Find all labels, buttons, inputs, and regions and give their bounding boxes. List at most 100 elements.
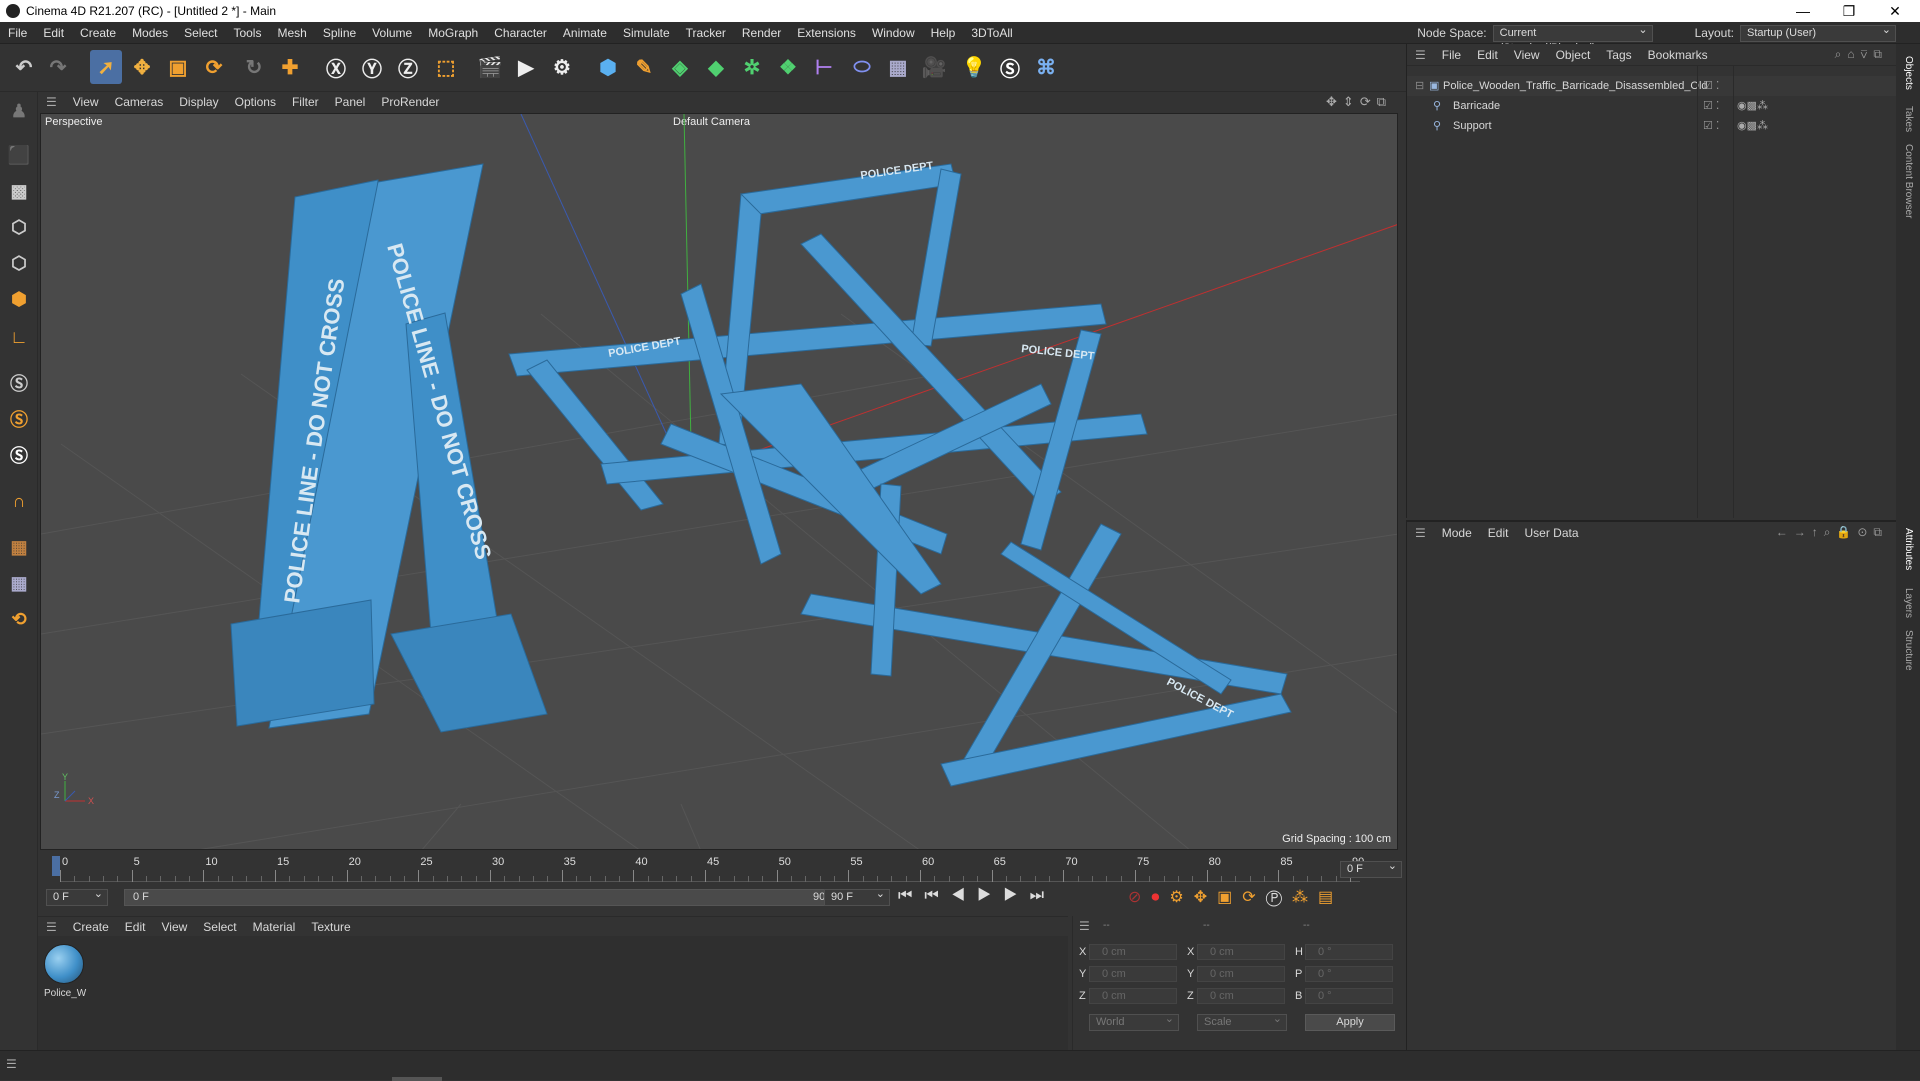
maximize-button[interactable]: ❐ bbox=[1826, 0, 1872, 22]
object-row-support[interactable]: ⚲ Support ☑ ⁚ ◉▩⁂ bbox=[1407, 116, 1897, 136]
object-row-barricade[interactable]: ⚲ Barricade ☑ ⁚ ◉▩⁂ bbox=[1407, 96, 1897, 116]
viewport-menu-view[interactable]: View bbox=[65, 92, 107, 112]
goto-end-icon[interactable]: ⏭ bbox=[1030, 887, 1056, 904]
tab-objects[interactable]: Objects bbox=[1903, 56, 1914, 90]
tab-attributes[interactable]: Attributes bbox=[1903, 528, 1914, 570]
menu-tracker[interactable]: Tracker bbox=[678, 22, 734, 44]
scale-mode-dropdown[interactable]: Scale bbox=[1197, 1012, 1287, 1031]
objects-search-filter-icons[interactable]: ⌕⌂⊽⧉ bbox=[1835, 47, 1888, 62]
make-editable-icon[interactable]: ♟ bbox=[4, 96, 34, 126]
python-icon[interactable]: ⌘ bbox=[1030, 50, 1062, 84]
scale-tool-icon[interactable]: ▣ bbox=[162, 50, 194, 84]
key-pla-icon[interactable]: ⁂ bbox=[1292, 889, 1318, 906]
render-view-icon[interactable]: 🎬 bbox=[474, 50, 506, 84]
menu-character[interactable]: Character bbox=[486, 22, 555, 44]
deformer-icon[interactable]: ⊢ bbox=[808, 50, 840, 84]
viewport-menu-icon[interactable]: ☰ bbox=[38, 92, 65, 112]
material-item[interactable]: Police_W bbox=[44, 944, 88, 1006]
menu-spline[interactable]: Spline bbox=[315, 22, 364, 44]
material-menu-edit[interactable]: Edit bbox=[117, 920, 154, 934]
menu-extensions[interactable]: Extensions bbox=[789, 22, 864, 44]
menu-3dtoall[interactable]: 3DToAll bbox=[963, 22, 1020, 44]
axis-mode-icon[interactable]: ∟ bbox=[4, 322, 34, 352]
magnet-icon[interactable]: ∩ bbox=[4, 486, 34, 516]
play-icon[interactable]: ▶ bbox=[977, 887, 1003, 904]
material-menu-view[interactable]: View bbox=[153, 920, 195, 934]
y-axis-lock-icon[interactable]: Ⓨ bbox=[356, 50, 388, 84]
z-axis-lock-icon[interactable]: Ⓩ bbox=[392, 50, 424, 84]
menu-simulate[interactable]: Simulate bbox=[615, 22, 678, 44]
visibility-toggle-icon[interactable]: ☑ ⁚ bbox=[1703, 76, 1719, 96]
attributes-menu-icon[interactable]: ☰ bbox=[1407, 522, 1434, 544]
viewport-menu-cameras[interactable]: Cameras bbox=[107, 92, 172, 112]
apply-button[interactable]: Apply bbox=[1305, 1014, 1395, 1031]
current-frame-field[interactable]: 0 F bbox=[1340, 859, 1402, 878]
objects-menu-bookmarks[interactable]: Bookmarks bbox=[1640, 44, 1716, 66]
material-tags-icon[interactable]: ◉▩⁂ bbox=[1737, 116, 1768, 136]
object-row-root[interactable]: ⊟ ▣ Police_Wooden_Traffic_Barricade_Disa… bbox=[1407, 76, 1897, 96]
material-menu-create[interactable]: Create bbox=[65, 920, 117, 934]
material-tags-icon[interactable]: ◉▩⁂ bbox=[1737, 96, 1768, 116]
close-button[interactable]: ✕ bbox=[1872, 0, 1918, 22]
grid-icon[interactable]: ▦ bbox=[4, 568, 34, 598]
snap-s-icon[interactable]: Ⓢ bbox=[4, 368, 34, 398]
rotation-h-field[interactable]: 0 ° bbox=[1305, 944, 1393, 960]
undo-icon[interactable]: ↶ bbox=[8, 50, 40, 84]
menu-window[interactable]: Window bbox=[864, 22, 923, 44]
tab-structure[interactable]: Structure bbox=[1903, 630, 1914, 671]
extrude-icon[interactable]: ◆ bbox=[700, 50, 732, 84]
node-space-dropdown[interactable]: Current (Standard/Physical) bbox=[1492, 23, 1653, 54]
floor-icon[interactable]: ▦ bbox=[882, 50, 914, 84]
menu-mesh[interactable]: Mesh bbox=[269, 22, 314, 44]
menu-modes[interactable]: Modes bbox=[124, 22, 176, 44]
subdivision-surface-icon[interactable]: ◈ bbox=[664, 50, 696, 84]
attributes-navigation-icons[interactable]: ←→↑⌕🔒⊙⧉ bbox=[1776, 525, 1888, 540]
position-z-field[interactable]: 0 cm bbox=[1089, 988, 1177, 1004]
render-picture-viewer-icon[interactable]: ▶ bbox=[510, 50, 542, 84]
coords-menu-icon[interactable]: ☰ bbox=[1079, 919, 1090, 933]
menu-help[interactable]: Help bbox=[923, 22, 964, 44]
end-frame-field[interactable]: 90 F bbox=[824, 887, 890, 906]
locked-workplane-icon[interactable]: ⟲ bbox=[4, 604, 34, 634]
tab-content-browser[interactable]: Content Browser bbox=[1903, 144, 1914, 218]
visibility-toggle-icon[interactable]: ☑ ⁚ bbox=[1703, 116, 1719, 136]
cloner-icon[interactable]: ✲ bbox=[736, 50, 768, 84]
menu-edit[interactable]: Edit bbox=[35, 22, 72, 44]
viewport-menu-display[interactable]: Display bbox=[171, 92, 226, 112]
menu-volume[interactable]: Volume bbox=[364, 22, 420, 44]
timeline-window-icon[interactable]: ▤ bbox=[1318, 889, 1343, 906]
menu-create[interactable]: Create bbox=[72, 22, 124, 44]
field-icon[interactable]: ⬭ bbox=[846, 50, 878, 84]
autokey-icon[interactable]: ⏺ bbox=[1151, 889, 1169, 906]
viewport-perspective[interactable]: Perspective Default Camera POLICE LINE -… bbox=[40, 113, 1398, 850]
tab-layers[interactable]: Layers bbox=[1903, 588, 1914, 618]
record-icon[interactable]: ⊘ bbox=[1128, 889, 1151, 906]
model-mode-icon[interactable]: ⬛ bbox=[4, 140, 34, 170]
polygons-mode-icon[interactable]: ⬢ bbox=[4, 284, 34, 314]
start-frame-field[interactable]: 0 F bbox=[46, 887, 108, 906]
viewport-menu-panel[interactable]: Panel bbox=[327, 92, 374, 112]
objects-menu-object[interactable]: Object bbox=[1548, 44, 1599, 66]
size-x-field[interactable]: 0 cm bbox=[1197, 944, 1285, 960]
move-tool-icon[interactable]: ✥ bbox=[126, 50, 158, 84]
viewport-menu-filter[interactable]: Filter bbox=[284, 92, 327, 112]
material-menu-select[interactable]: Select bbox=[195, 920, 244, 934]
objects-menu-view[interactable]: View bbox=[1506, 44, 1548, 66]
minimize-button[interactable]: — bbox=[1780, 0, 1826, 22]
key-position-icon[interactable]: ✥ bbox=[1194, 889, 1217, 906]
mograph-icon[interactable]: ❖ bbox=[772, 50, 804, 84]
visibility-toggle-icon[interactable]: ☑ ⁚ bbox=[1703, 96, 1719, 116]
camera-icon[interactable]: 🎥 bbox=[918, 50, 950, 84]
material-menu-texture[interactable]: Texture bbox=[303, 920, 358, 934]
goto-start-icon[interactable]: ⏮ bbox=[898, 887, 924, 904]
collapse-toggle-icon[interactable]: ⊟ bbox=[1415, 76, 1424, 96]
attributes-menu-mode[interactable]: Mode bbox=[1434, 522, 1480, 544]
transform-tool-icon[interactable]: ✚ bbox=[274, 50, 306, 84]
key-scale-icon[interactable]: ▣ bbox=[1217, 889, 1242, 906]
rotation-b-field[interactable]: 0 ° bbox=[1305, 988, 1393, 1004]
frame-range-slider[interactable]: 0 F 90 F bbox=[124, 889, 846, 906]
objects-menu-icon[interactable]: ☰ bbox=[1407, 44, 1434, 66]
select-tool-icon[interactable]: ➚ bbox=[90, 50, 122, 84]
rotation-p-field[interactable]: 0 ° bbox=[1305, 966, 1393, 982]
coordinate-space-dropdown[interactable]: World bbox=[1089, 1012, 1179, 1031]
